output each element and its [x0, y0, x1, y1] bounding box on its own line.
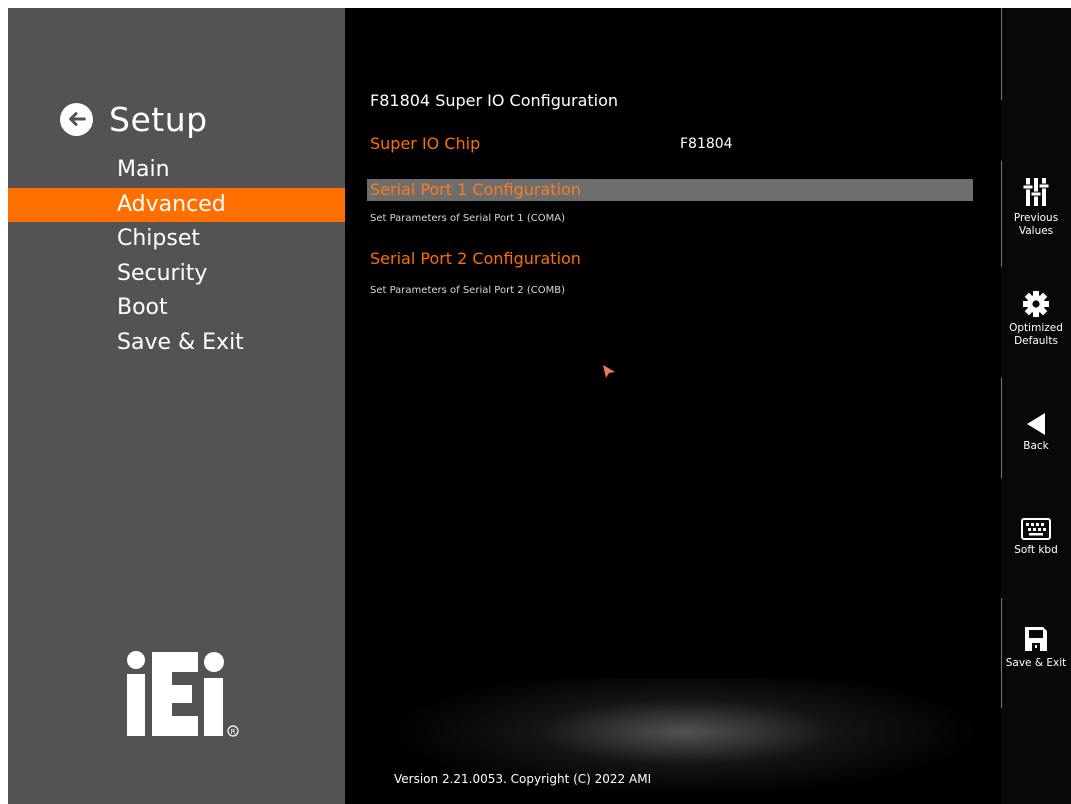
- triangle-back-icon: [1027, 413, 1045, 435]
- setup-header: Setup: [60, 94, 208, 144]
- mouse-cursor-icon: [603, 365, 615, 378]
- bios-window: Setup Main Advanced Chipset Security Boo…: [8, 8, 1071, 804]
- serial-port-2-help: Set Parameters of Serial Port 2 (COMB): [370, 285, 565, 296]
- previous-values-button[interactable]: Previous Values: [1001, 176, 1071, 238]
- save-exit-button[interactable]: Save & Exit: [1001, 625, 1071, 670]
- serial-port-1-config-item[interactable]: Serial Port 1 Configuration: [367, 179, 973, 201]
- serial-port-2-config-item[interactable]: Serial Port 2 Configuration: [367, 248, 973, 270]
- page-title: F81804 Super IO Configuration: [370, 91, 619, 110]
- back-arrow-icon[interactable]: [60, 102, 93, 136]
- keyboard-icon: [1021, 518, 1051, 540]
- right-toolbar: Previous Values Optimized Defaults Back: [1001, 8, 1071, 804]
- serial-port-1-help: Set Parameters of Serial Port 1 (COMA): [370, 213, 565, 224]
- sidebar: Setup Main Advanced Chipset Security Boo…: [8, 8, 345, 804]
- menu-item-security[interactable]: Security: [8, 257, 345, 292]
- save-exit-label: Save & Exit: [1005, 657, 1067, 669]
- menu-item-advanced[interactable]: Advanced: [8, 187, 345, 222]
- menu-item-save-exit[interactable]: Save & Exit: [8, 326, 345, 361]
- setup-title: Setup: [109, 99, 208, 139]
- floppy-save-icon: [1025, 627, 1047, 651]
- gear-icon: [1023, 291, 1049, 317]
- optimized-defaults-button[interactable]: Optimized Defaults: [1001, 290, 1071, 348]
- svg-text:R: R: [231, 728, 236, 736]
- menu-item-main[interactable]: Main: [8, 153, 345, 188]
- back-button[interactable]: Back: [1001, 412, 1071, 453]
- previous-values-label: Previous Values: [1013, 212, 1059, 237]
- super-io-chip-value: F81804: [680, 136, 733, 152]
- main-menu: Main Advanced Chipset Security Boot Save…: [8, 153, 345, 360]
- soft-keyboard-button[interactable]: Soft kbd: [1001, 518, 1071, 557]
- sliders-icon: [1023, 178, 1049, 206]
- super-io-chip-label: Super IO Chip: [370, 134, 481, 153]
- back-label: Back: [1023, 440, 1049, 452]
- optimized-defaults-label: Optimized Defaults: [1009, 322, 1063, 347]
- menu-item-boot[interactable]: Boot: [8, 291, 345, 326]
- toolbar-divider: [1001, 8, 1002, 100]
- main-panel: F81804 Super IO Configuration Super IO C…: [345, 8, 1001, 804]
- menu-item-chipset[interactable]: Chipset: [8, 222, 345, 257]
- soft-kbd-label: Soft kbd: [1014, 544, 1058, 556]
- iei-logo: R: [127, 651, 239, 737]
- version-footer: Version 2.21.0053. Copyright (C) 2022 AM…: [394, 772, 652, 786]
